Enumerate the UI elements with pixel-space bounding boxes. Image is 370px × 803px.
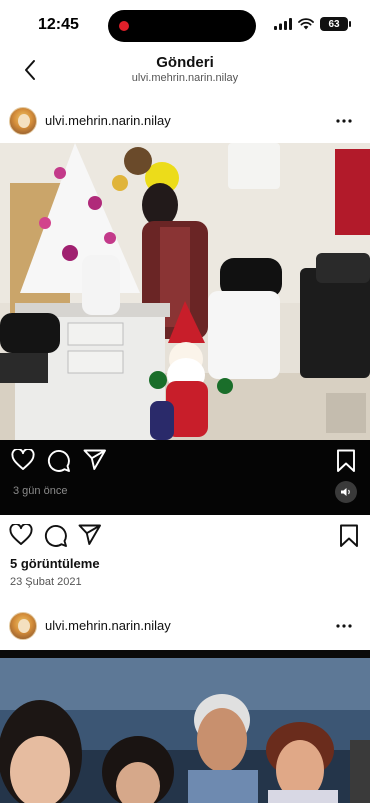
post-author-row: ulvi.mehrin.narin.nilay — [0, 606, 370, 646]
video-share-button[interactable] — [83, 449, 107, 476]
post-author-row: ulvi.mehrin.narin.nilay — [0, 101, 370, 141]
more-horizontal-icon — [336, 119, 352, 123]
video-frame — [0, 143, 370, 440]
avatar[interactable] — [9, 107, 37, 135]
status-bar: 12:45 63 — [0, 0, 370, 50]
comment-icon — [48, 450, 70, 472]
author-username[interactable]: ulvi.mehrin.narin.nilay — [45, 113, 171, 128]
author-username[interactable]: ulvi.mehrin.narin.nilay — [45, 618, 171, 633]
page-title: Gönderi — [156, 54, 214, 71]
send-icon — [83, 449, 106, 470]
dynamic-island — [108, 10, 256, 42]
bookmark-icon — [337, 449, 355, 472]
photo-image — [0, 650, 370, 803]
post-photo[interactable] — [0, 650, 370, 803]
save-button[interactable] — [339, 524, 359, 553]
mute-toggle-button[interactable] — [335, 481, 357, 503]
heart-icon — [9, 523, 33, 545]
video-like-button[interactable] — [11, 448, 35, 476]
video-save-button[interactable] — [336, 449, 356, 478]
recording-indicator-icon — [119, 21, 129, 31]
video-comment-button[interactable] — [47, 449, 71, 478]
more-options-button[interactable] — [332, 614, 356, 638]
battery-indicator: 63 — [320, 17, 351, 31]
comment-icon — [45, 525, 67, 547]
more-options-button[interactable] — [332, 109, 356, 133]
view-count[interactable]: 5 görüntüleme — [10, 556, 100, 571]
page-subtitle: ulvi.mehrin.narin.nilay — [131, 72, 239, 84]
bookmark-icon — [340, 524, 358, 547]
battery-level: 63 — [328, 18, 340, 30]
signal-icon — [274, 18, 292, 30]
send-icon — [78, 524, 101, 545]
post-actions — [0, 520, 370, 552]
share-button[interactable] — [78, 524, 102, 551]
speaker-icon — [341, 488, 350, 496]
post-header: Gönderi ulvi.mehrin.narin.nilay — [0, 50, 370, 94]
more-horizontal-icon — [336, 624, 352, 628]
heart-icon — [11, 448, 35, 470]
status-icons: 63 — [274, 17, 351, 31]
status-time: 12:45 — [38, 16, 79, 33]
post-date: 23 Şubat 2021 — [10, 576, 82, 588]
video-relative-date: 3 gün önce — [13, 485, 68, 497]
post-video[interactable]: 3 gün önce — [0, 143, 370, 515]
comment-button[interactable] — [44, 524, 68, 553]
wifi-icon — [298, 18, 314, 30]
avatar[interactable] — [9, 612, 37, 640]
like-button[interactable] — [9, 523, 33, 551]
